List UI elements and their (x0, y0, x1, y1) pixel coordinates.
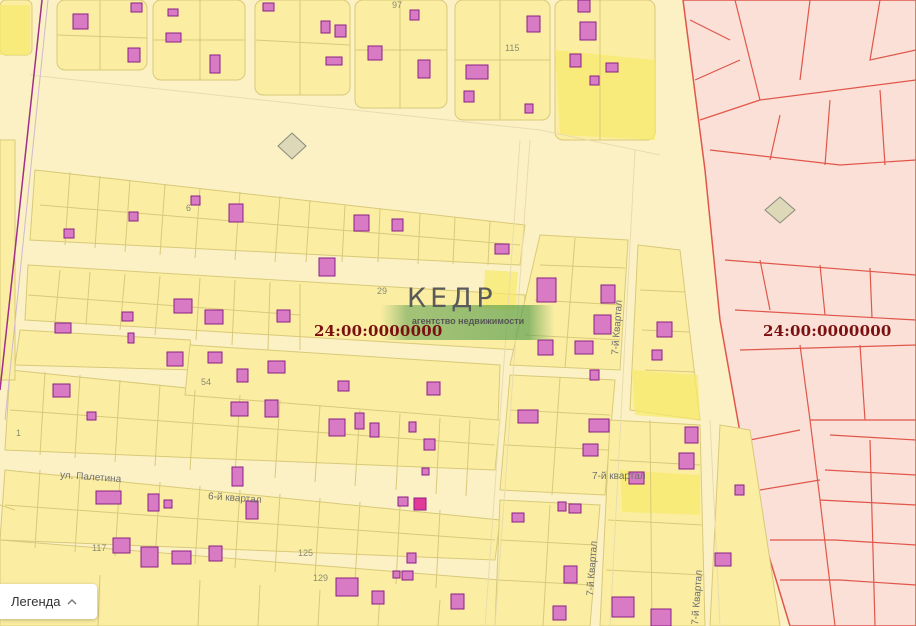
lot-number: 129 (313, 573, 329, 583)
lot-number: 97 (392, 0, 403, 10)
chevron-up-icon (67, 598, 77, 604)
lot-number: 115 (505, 43, 520, 53)
quarter-label-7: 7-й квартал (592, 471, 646, 482)
lot-number: 117 (92, 543, 107, 553)
cadastral-map[interactable] (0, 0, 916, 626)
cadastral-number-label: 24:00:0000000 (763, 322, 892, 340)
lot-number: 29 (377, 286, 388, 296)
legend-button[interactable]: Легенда (0, 584, 97, 619)
lot-number: 1 (16, 428, 22, 438)
lot-number: 6 (186, 203, 192, 213)
legend-label: Легенда (11, 594, 61, 609)
cadastral-number-label: 24:00:0000000 (314, 322, 443, 340)
lot-number: 125 (298, 548, 314, 558)
lot-number: 54 (201, 377, 212, 387)
